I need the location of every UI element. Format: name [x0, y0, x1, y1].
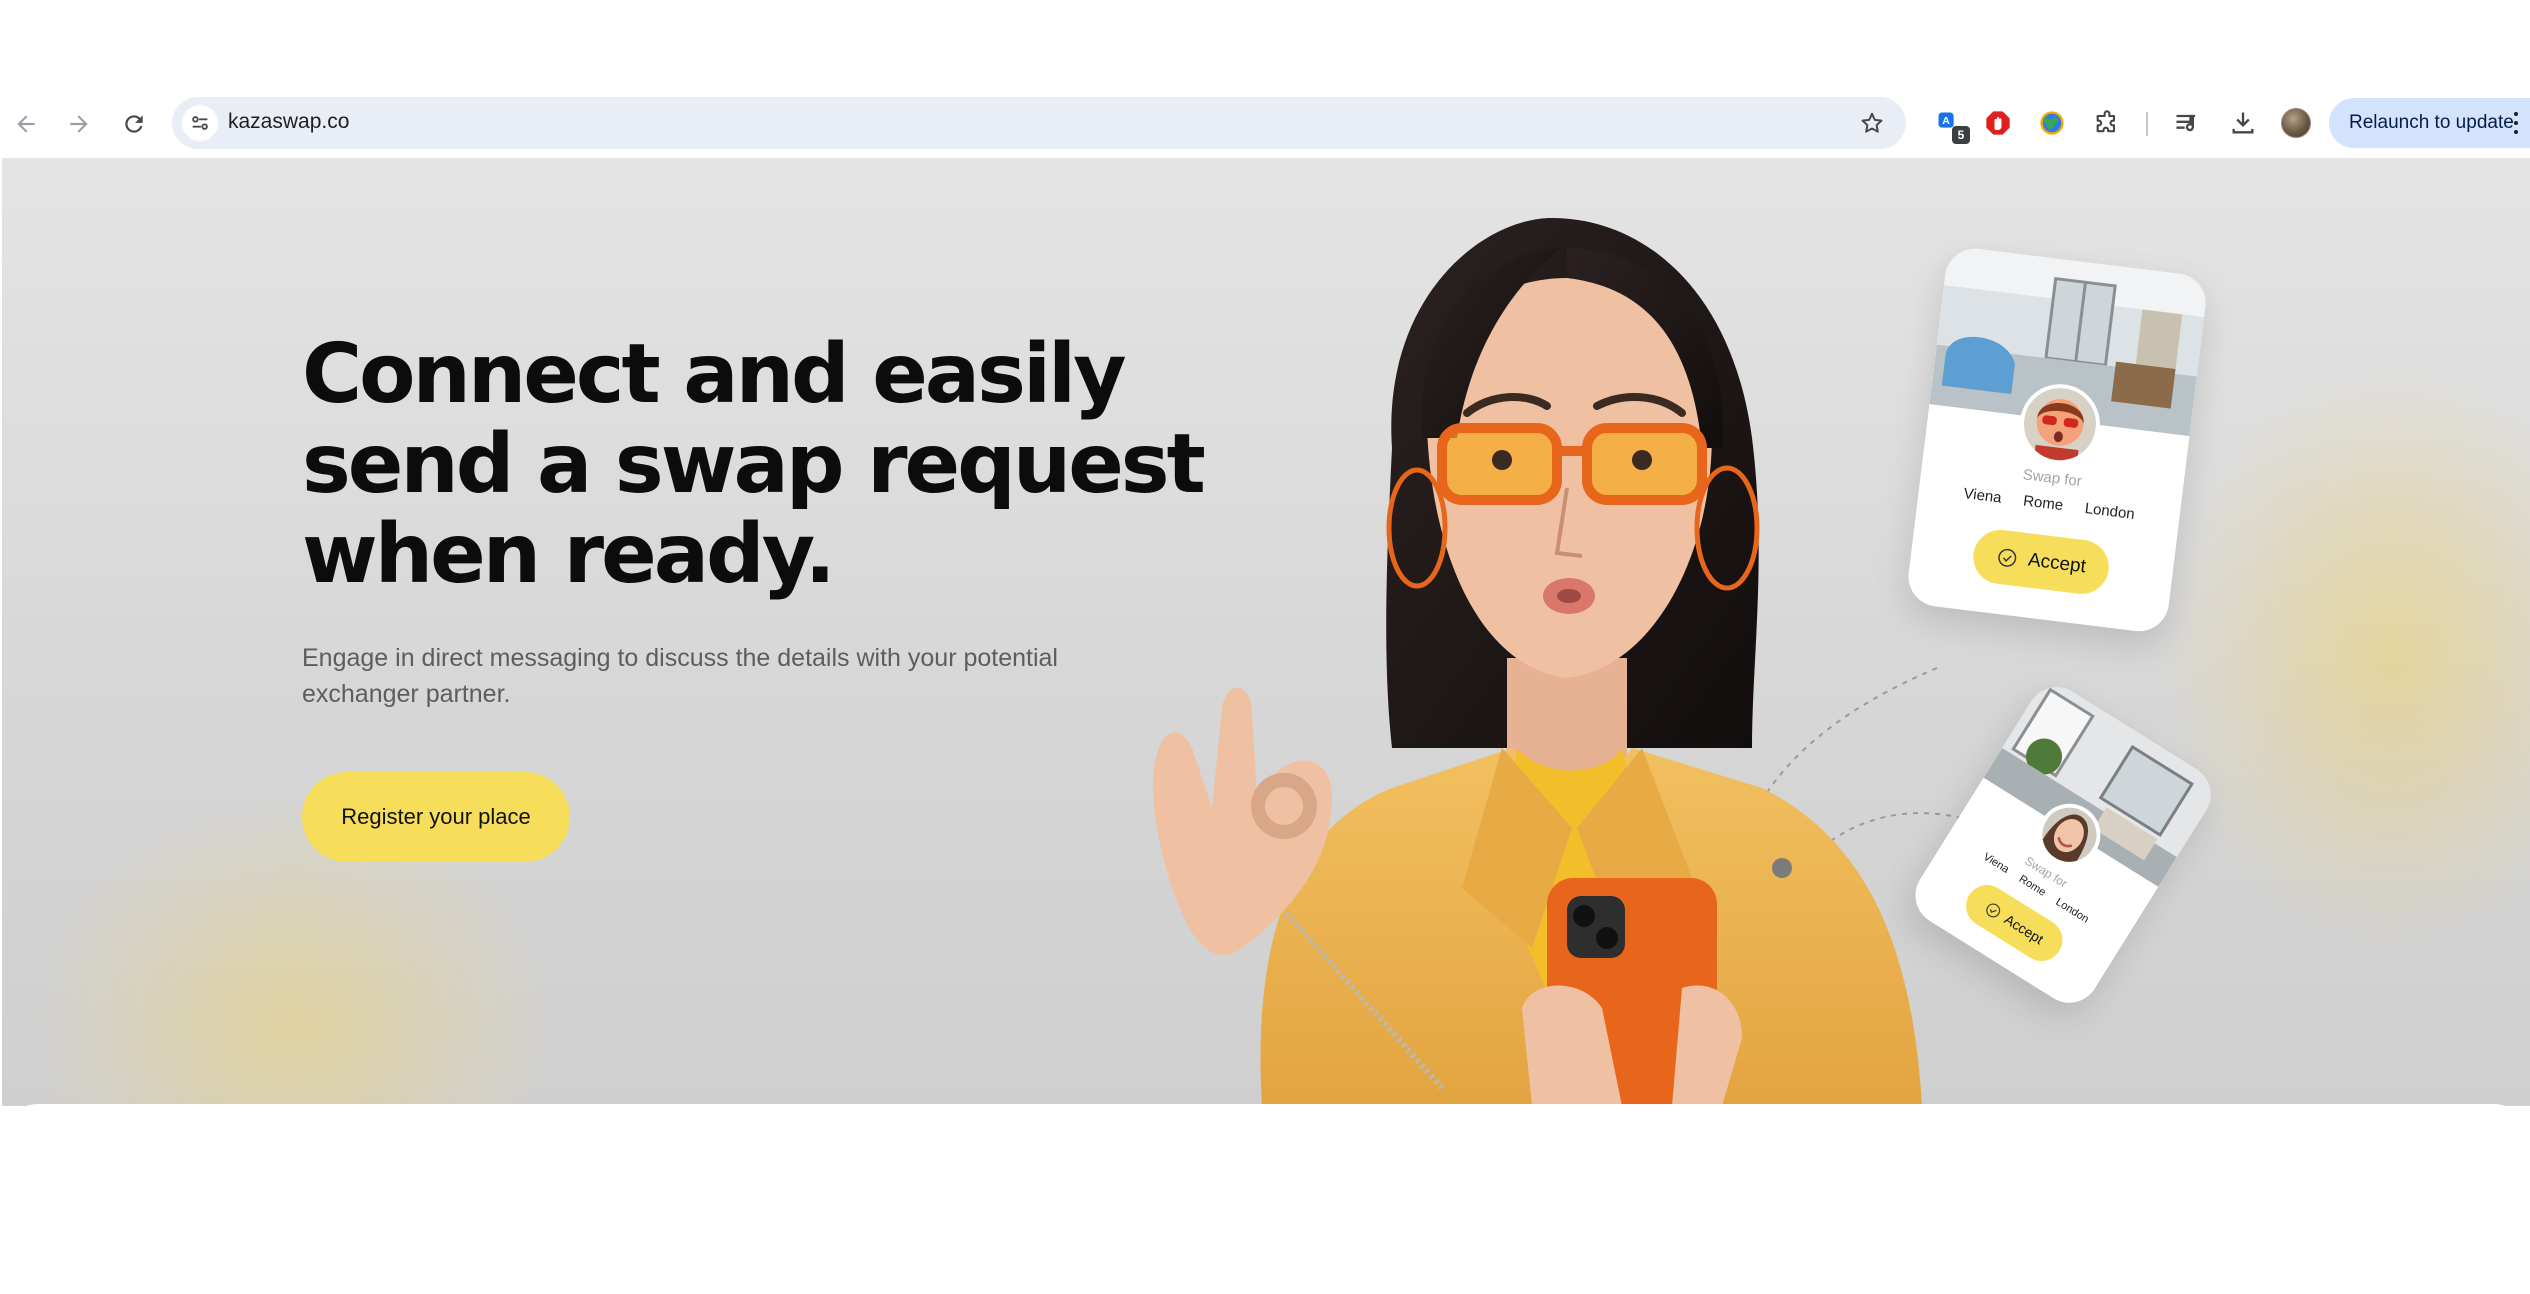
media-controls-button[interactable]	[2170, 106, 2204, 140]
profile-avatar[interactable]	[2281, 108, 2311, 138]
relaunch-label: Relaunch to update	[2349, 112, 2514, 133]
adblock-extension-icon	[1986, 111, 2010, 135]
register-place-button[interactable]: Register your place	[302, 772, 570, 862]
extension-badge: 5	[1952, 126, 1970, 144]
media-controls-icon	[2176, 114, 2196, 132]
check-circle-icon	[1982, 898, 2005, 921]
reload-icon	[125, 115, 143, 133]
back-button[interactable]	[6, 104, 46, 144]
accept-button[interactable]: Accept	[1970, 526, 2112, 598]
tune-icon	[192, 116, 208, 130]
downloads-button[interactable]	[2226, 106, 2260, 140]
swap-card: Swap for Viena Rome London Accept	[1905, 245, 2209, 635]
toolbar-separator	[2146, 112, 2148, 136]
svg-text:A: A	[1942, 115, 1950, 127]
relaunch-to-update-button[interactable]: Relaunch to update	[2329, 98, 2530, 148]
extensions-button[interactable]	[2090, 106, 2124, 140]
bookmark-button[interactable]	[1856, 107, 1888, 139]
city-london: London	[2083, 499, 2136, 523]
globe-extension-button[interactable]	[2035, 106, 2069, 140]
adblock-extension-button[interactable]	[1981, 106, 2015, 140]
puzzle-extensions-icon	[2096, 110, 2116, 133]
url-text[interactable]: kazaswap.co	[228, 110, 349, 134]
city-viena: Viena	[1962, 485, 2003, 507]
accept-label: Accept	[2026, 549, 2088, 578]
site-info-button[interactable]	[182, 105, 218, 141]
star-icon	[1861, 112, 1883, 133]
city-rome: Rome	[2022, 492, 2065, 515]
translate-extension-button[interactable]: A 5	[1932, 106, 1970, 144]
woman-with-phone-image	[1152, 218, 1922, 1106]
forward-arrow-icon	[70, 115, 88, 133]
forward-button[interactable]	[59, 104, 99, 144]
globe-extension-icon	[2040, 111, 2064, 135]
hero-section: Connect and easily send a swap request w…	[2, 158, 2530, 1106]
accept-label: Accept	[2001, 910, 2047, 948]
kebab-menu-icon[interactable]	[2509, 110, 2523, 136]
check-circle-icon	[1995, 546, 2020, 571]
hero-subtext: Engage in direct messaging to discuss th…	[302, 644, 1058, 708]
reload-button[interactable]	[114, 104, 154, 144]
next-section	[2, 1104, 2530, 1294]
back-arrow-icon	[17, 115, 35, 133]
browser-toolbar: kazaswap.co A 5 Relaunch to update	[0, 90, 2530, 156]
download-icon	[2232, 112, 2254, 134]
address-bar[interactable]: kazaswap.co	[172, 97, 1906, 149]
